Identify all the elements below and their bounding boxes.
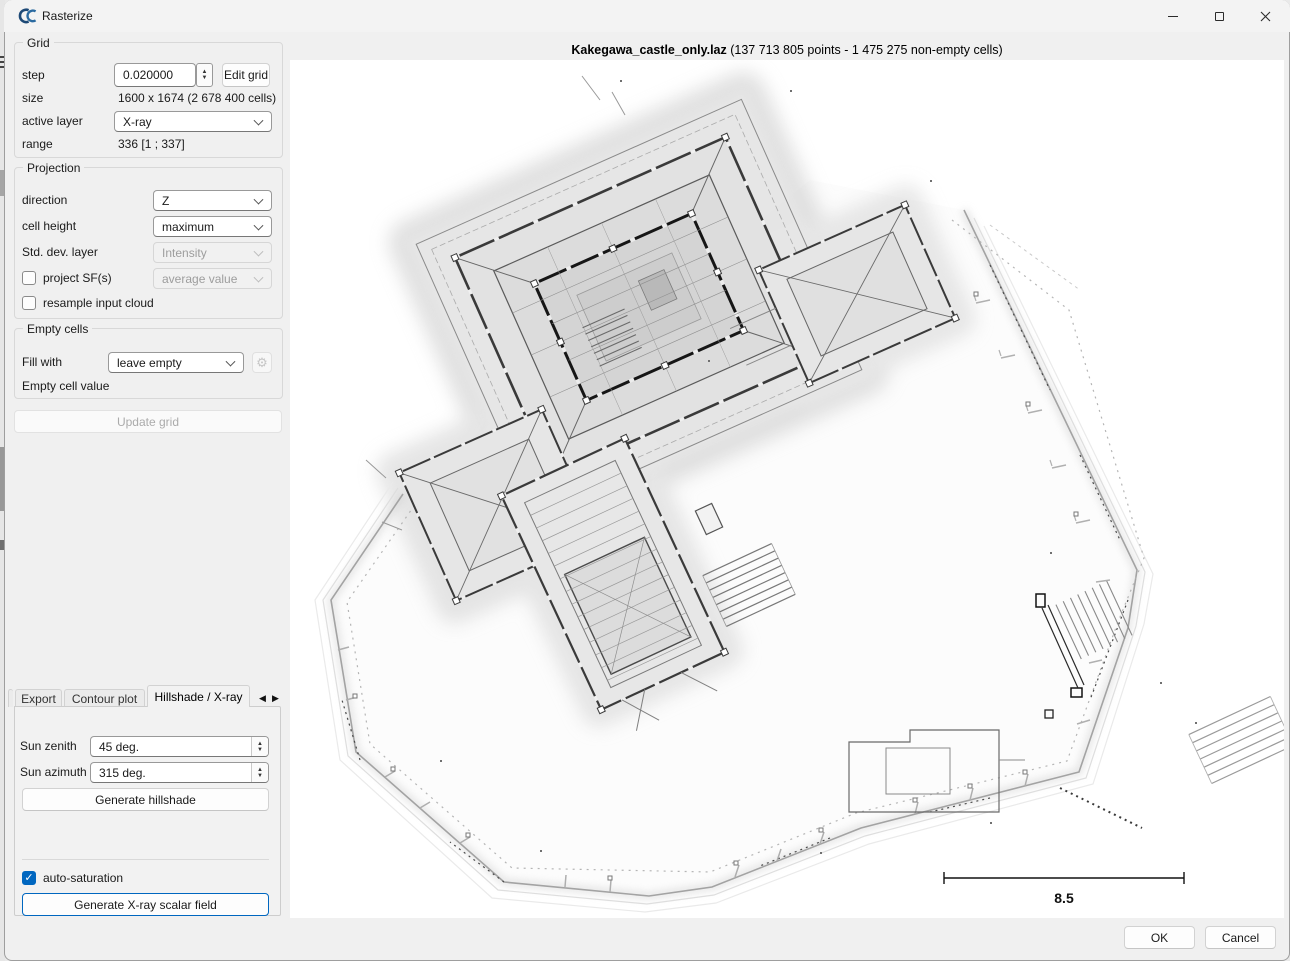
viewer-title: Kakegawa_castle_only.laz (137 713 805 po… xyxy=(290,43,1284,59)
tab-scroll-left-button[interactable]: ◀ xyxy=(256,689,269,707)
minimize-button[interactable] xyxy=(1150,0,1196,32)
viewer-title-filename: Kakegawa_castle_only.laz xyxy=(571,43,726,57)
gear-icon: ⚙ xyxy=(256,355,268,371)
tab-prev-icon: ◀ xyxy=(259,693,266,704)
generate-xray-button[interactable]: Generate X-ray scalar field xyxy=(22,893,269,916)
resample-label: resample input cloud xyxy=(43,293,154,314)
size-value: 1600 x 1674 (2 678 400 cells) xyxy=(118,90,276,106)
close-button[interactable] xyxy=(1242,0,1288,32)
tab-next-icon: ▶ xyxy=(272,693,279,704)
fill-with-combo[interactable]: leave empty xyxy=(108,352,244,373)
project-sf-combo: average value xyxy=(153,268,272,289)
title-bar: Rasterize xyxy=(4,0,1290,32)
grid-group-label: Grid xyxy=(23,36,54,50)
maximize-button[interactable] xyxy=(1196,0,1242,32)
step-spinbox[interactable]: 0.020000 xyxy=(114,63,196,87)
chevron-down-icon xyxy=(226,356,236,366)
chevron-down-icon xyxy=(254,246,264,256)
scale-bar-label: 8.5 xyxy=(1054,890,1074,906)
ok-button[interactable]: OK xyxy=(1124,926,1195,949)
tab-hillshade-xray[interactable]: Hillshade / X-ray xyxy=(147,685,250,707)
cancel-button[interactable]: Cancel xyxy=(1205,926,1276,949)
step-spin-buttons[interactable]: ▲ ▼ xyxy=(196,63,213,87)
active-layer-label: active layer xyxy=(22,111,83,132)
update-grid-button: Update grid xyxy=(14,410,282,433)
std-dev-layer-label: Std. dev. layer xyxy=(22,242,98,263)
active-layer-combo[interactable]: X-ray xyxy=(114,111,272,132)
check-icon: ✓ xyxy=(24,873,33,884)
tab-clipped-sliver xyxy=(8,689,13,707)
generate-hillshade-button[interactable]: Generate hillshade xyxy=(22,788,269,811)
tab-scroll-right-button[interactable]: ▶ xyxy=(269,689,282,707)
fill-with-label: Fill with xyxy=(22,352,62,373)
spin-down-icon[interactable]: ▼ xyxy=(257,773,263,779)
direction-combo[interactable]: Z xyxy=(153,190,272,211)
sun-azimuth-label: Sun azimuth xyxy=(20,762,87,783)
cell-height-label: cell height xyxy=(22,216,76,237)
cloudcompare-logo-icon xyxy=(16,7,38,25)
cell-height-combo[interactable]: maximum xyxy=(153,216,272,237)
range-value: 336 [1 ; 337] xyxy=(118,135,185,153)
chevron-down-icon xyxy=(254,115,264,125)
chevron-down-icon xyxy=(254,220,264,230)
scale-bar: 8.5 xyxy=(944,872,1184,906)
empty-cells-group-label: Empty cells xyxy=(23,322,92,336)
tab-contour-plot[interactable]: Contour plot xyxy=(64,689,145,707)
minimize-icon xyxy=(1168,16,1178,17)
sun-azimuth-spinbox[interactable]: 315 deg. ▲ ▼ xyxy=(90,762,269,783)
project-sf-checkbox[interactable] xyxy=(22,271,36,285)
chevron-down-icon xyxy=(254,272,264,282)
spin-down-icon[interactable]: ▼ xyxy=(202,75,208,81)
range-label: range xyxy=(22,135,53,153)
viewer-title-info: (137 713 805 points - 1 475 275 non-empt… xyxy=(727,43,1003,57)
close-icon xyxy=(1260,11,1271,22)
tab-export[interactable]: Export xyxy=(15,689,62,707)
sun-azimuth-spin-buttons[interactable]: ▲ ▼ xyxy=(251,763,268,782)
project-sf-label: project SF(s) xyxy=(43,268,112,289)
projection-group-label: Projection xyxy=(23,161,84,175)
sun-zenith-spin-buttons[interactable]: ▲ ▼ xyxy=(251,737,268,756)
direction-label: direction xyxy=(22,190,67,211)
window-title: Rasterize xyxy=(42,9,93,23)
auto-saturation-label: auto-saturation xyxy=(43,869,123,887)
spin-down-icon[interactable]: ▼ xyxy=(257,747,263,753)
stairs-bottom-right xyxy=(1189,697,1284,784)
rasterize-dialog-screenshot: Rasterize Grid step 0.020000 ▲ ▼ Edit gr… xyxy=(0,0,1290,961)
empty-cell-value-label: Empty cell value xyxy=(22,377,109,395)
size-label: size xyxy=(22,90,43,106)
step-label: step xyxy=(22,63,45,87)
chevron-down-icon xyxy=(254,194,264,204)
sun-zenith-label: Sun zenith xyxy=(20,736,77,757)
auto-saturation-checkbox[interactable]: ✓ xyxy=(22,871,36,885)
point-cloud-render: 8.5 xyxy=(290,60,1284,918)
pane-separator xyxy=(22,859,269,860)
maximize-icon xyxy=(1215,12,1224,21)
step-value: 0.020000 xyxy=(123,68,173,82)
sun-zenith-spinbox[interactable]: 45 deg. ▲ ▼ xyxy=(90,736,269,757)
interpolation-settings-button: ⚙ xyxy=(252,352,272,373)
resample-checkbox[interactable] xyxy=(22,296,36,310)
edit-grid-button[interactable]: Edit grid xyxy=(222,63,270,87)
std-dev-layer-combo: Intensity xyxy=(153,242,272,263)
raster-preview-canvas[interactable]: 8.5 xyxy=(290,60,1284,918)
